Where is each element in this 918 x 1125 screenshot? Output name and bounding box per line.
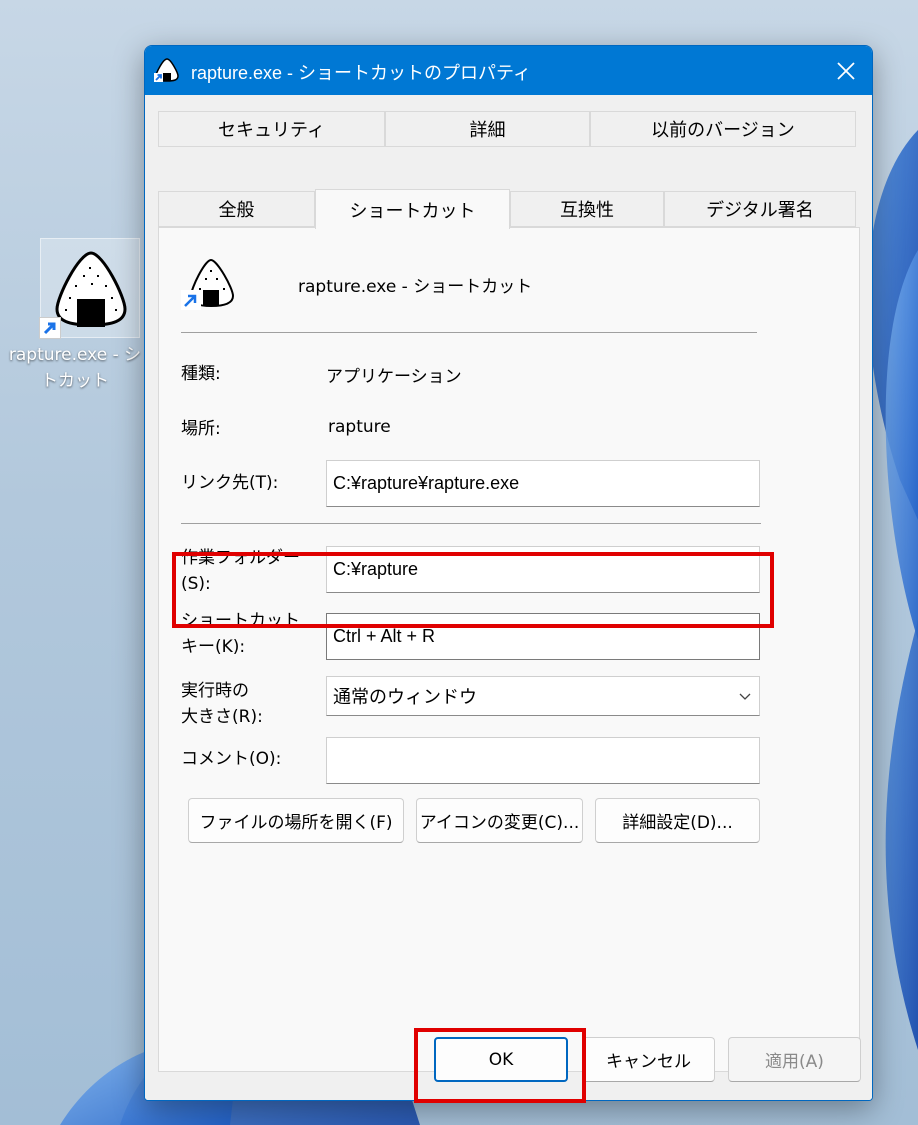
advanced-button[interactable]: 詳細設定(D)... <box>595 798 760 843</box>
location-label: 場所: <box>181 419 221 439</box>
close-icon <box>837 61 855 80</box>
change-icon-button[interactable]: アイコンの変更(C)... <box>416 798 583 843</box>
tab-digital-signatures[interactable]: デジタル署名 <box>664 191 856 227</box>
separator <box>181 332 757 333</box>
ok-button[interactable]: OK <box>434 1037 568 1082</box>
dialog-client: セキュリティ 詳細 以前のバージョン 全般 ショートカット 互換性 デジタル署名… <box>145 95 872 1100</box>
desktop-icon-label: rapture.exe - シ トカット <box>8 345 142 391</box>
hotkey-field[interactable]: Ctrl + Alt + R <box>326 613 760 660</box>
desktop-shortcut-icon[interactable] <box>39 238 140 339</box>
tab-previous-versions[interactable]: 以前のバージョン <box>590 111 856 147</box>
shortcut-name: rapture.exe - ショートカット <box>298 277 533 297</box>
tab-details[interactable]: 詳細 <box>385 111 590 147</box>
shortcut-tab-panel: rapture.exe - ショートカット 種類: アプリケーション 場所: r… <box>158 227 860 1072</box>
shortcut-arrow-icon <box>39 317 61 339</box>
type-label: 種類: <box>181 364 221 384</box>
onigiri-icon <box>55 251 127 327</box>
shortcut-file-icon <box>181 258 235 310</box>
tab-security[interactable]: セキュリティ <box>158 111 385 147</box>
separator <box>181 523 761 524</box>
chevron-down-icon <box>739 693 751 700</box>
comment-field[interactable] <box>326 737 760 784</box>
target-label: リンク先(T): <box>181 473 279 493</box>
type-value: アプリケーション <box>326 367 462 387</box>
tab-general[interactable]: 全般 <box>158 191 315 227</box>
apply-button[interactable]: 適用(A) <box>728 1037 861 1082</box>
tab-shortcut[interactable]: ショートカット <box>315 189 510 229</box>
comment-label: コメント(O): <box>181 749 282 769</box>
location-value: rapture <box>328 417 391 437</box>
start-in-field[interactable]: C:¥rapture <box>326 546 760 593</box>
onigiri-icon <box>154 58 179 82</box>
hotkey-label: ショートカット キー(K): <box>181 611 300 657</box>
target-field[interactable]: C:¥rapture¥rapture.exe <box>326 460 760 507</box>
close-button[interactable] <box>820 46 872 95</box>
properties-dialog: rapture.exe - ショートカットのプロパティ セキュリティ 詳細 以前… <box>144 45 873 1101</box>
tab-compatibility[interactable]: 互換性 <box>510 191 664 227</box>
run-label: 実行時の 大きさ(R): <box>181 681 263 727</box>
open-file-location-button[interactable]: ファイルの場所を開く(F) <box>188 798 404 843</box>
run-size-select[interactable]: 通常のウィンドウ <box>326 676 760 716</box>
cancel-button[interactable]: キャンセル <box>582 1037 715 1082</box>
window-title: rapture.exe - ショートカットのプロパティ <box>191 63 531 83</box>
start-in-label: 作業フォルダー (S): <box>181 548 300 594</box>
title-bar[interactable]: rapture.exe - ショートカットのプロパティ <box>145 46 872 95</box>
